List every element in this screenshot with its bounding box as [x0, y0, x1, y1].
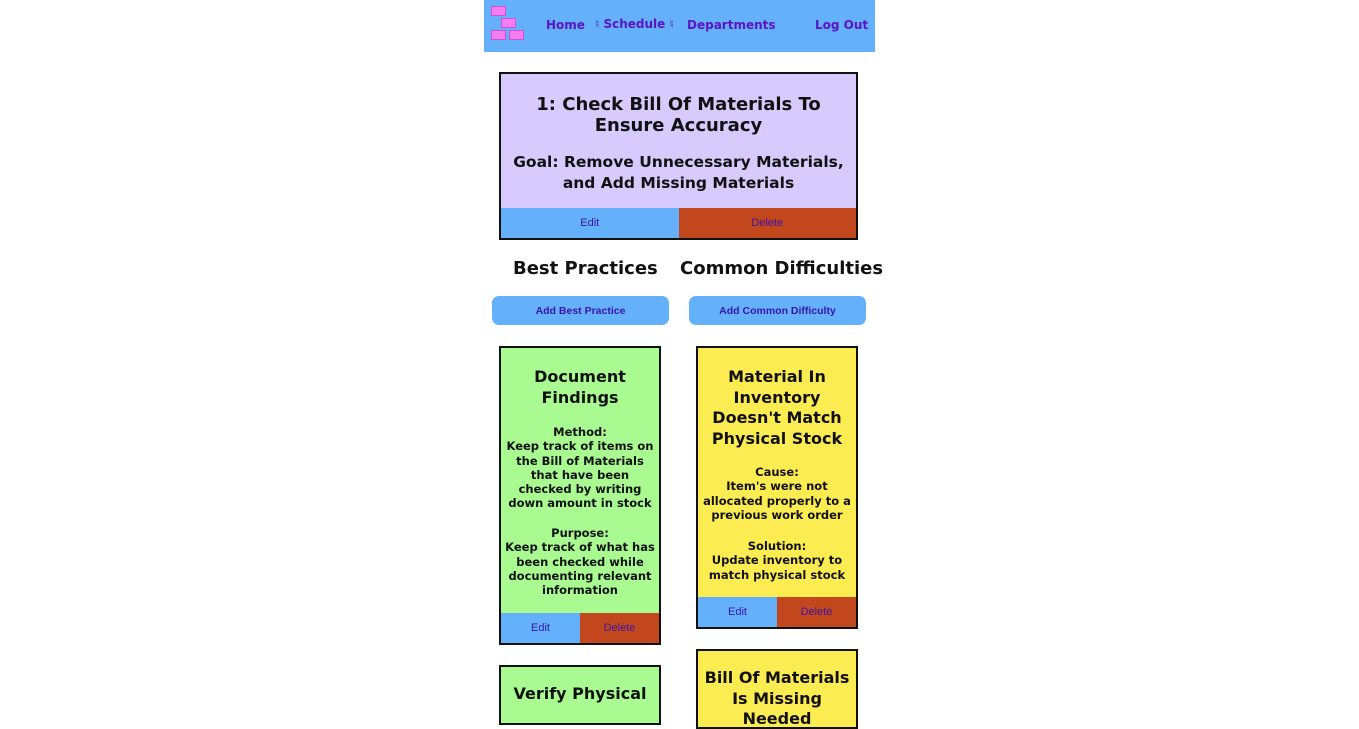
step-delete-button[interactable]: Delete: [678, 208, 856, 238]
method-label: Method:: [553, 425, 607, 439]
method-text: Keep track of items on the Bill of Mater…: [506, 439, 654, 511]
best-practices-heading: Best Practices: [513, 258, 658, 279]
add-common-difficulty-button[interactable]: Add Common Difficulty: [689, 296, 866, 325]
purpose-label: Purpose:: [551, 526, 609, 540]
common-difficulty-solution: Solution: Update inventory to match phys…: [700, 539, 854, 582]
common-difficulty-title: Material In Inventory Doesn't Match Phys…: [711, 367, 843, 448]
step-goal: Goal: Remove Unnecessary Materials, and …: [513, 153, 844, 192]
solution-label: Solution:: [747, 539, 807, 553]
best-practice-title: Verify Physical: [513, 684, 647, 703]
nav-logout-link[interactable]: Log Out: [815, 18, 868, 32]
nav-home-link[interactable]: Home: [546, 18, 585, 32]
step-card: 1: Check Bill Of Materials To Ensure Acc…: [499, 72, 858, 240]
best-practice-actions: Edit Delete: [501, 613, 659, 643]
nav-schedule-link[interactable]: ♮ Schedule ♮: [595, 17, 674, 31]
common-difficulty-title: Bill Of Materials Is Missing Needed: [704, 668, 850, 728]
common-difficulty-actions: Edit Delete: [698, 597, 856, 627]
common-difficulties-heading: Common Difficulties: [680, 258, 884, 279]
page: Home ♮ Schedule ♮ Departments Log Out 1:…: [484, 0, 883, 729]
best-practice-card: Verify Physical: [499, 665, 661, 725]
best-practice-title: Document Findings: [534, 367, 626, 407]
common-difficulty-card: Material In Inventory Doesn't Match Phys…: [696, 346, 858, 629]
nav-departments-link[interactable]: Departments: [687, 18, 776, 32]
add-best-practice-button[interactable]: Add Best Practice: [492, 296, 669, 325]
solution-text: Update inventory to match physical stock: [708, 553, 846, 582]
best-practice-purpose: Purpose: Keep track of what has been che…: [503, 526, 657, 597]
best-practice-edit-button[interactable]: Edit: [501, 613, 580, 643]
best-practice-method: Method: Keep track of items on the Bill …: [503, 425, 657, 511]
navbar: Home ♮ Schedule ♮ Departments Log Out: [484, 0, 875, 52]
common-difficulty-card: Bill Of Materials Is Missing Needed: [696, 649, 858, 729]
step-actions: Edit Delete: [501, 208, 856, 238]
best-practice-delete-button[interactable]: Delete: [580, 613, 659, 643]
cause-text: Item's were not allocated properly to a …: [703, 479, 851, 522]
cause-label: Cause:: [755, 465, 799, 479]
purpose-text: Keep track of what has been checked whil…: [505, 540, 655, 598]
step-title: 1: Check Bill Of Materials To Ensure Acc…: [536, 94, 821, 136]
common-difficulty-cause: Cause: Item's were not allocated properl…: [700, 465, 854, 522]
common-difficulty-edit-button[interactable]: Edit: [698, 597, 777, 627]
common-difficulty-delete-button[interactable]: Delete: [777, 597, 856, 627]
best-practice-card: Document Findings Method: Keep track of …: [499, 346, 661, 645]
logo-icon[interactable]: [489, 5, 527, 45]
step-edit-button[interactable]: Edit: [501, 208, 679, 238]
